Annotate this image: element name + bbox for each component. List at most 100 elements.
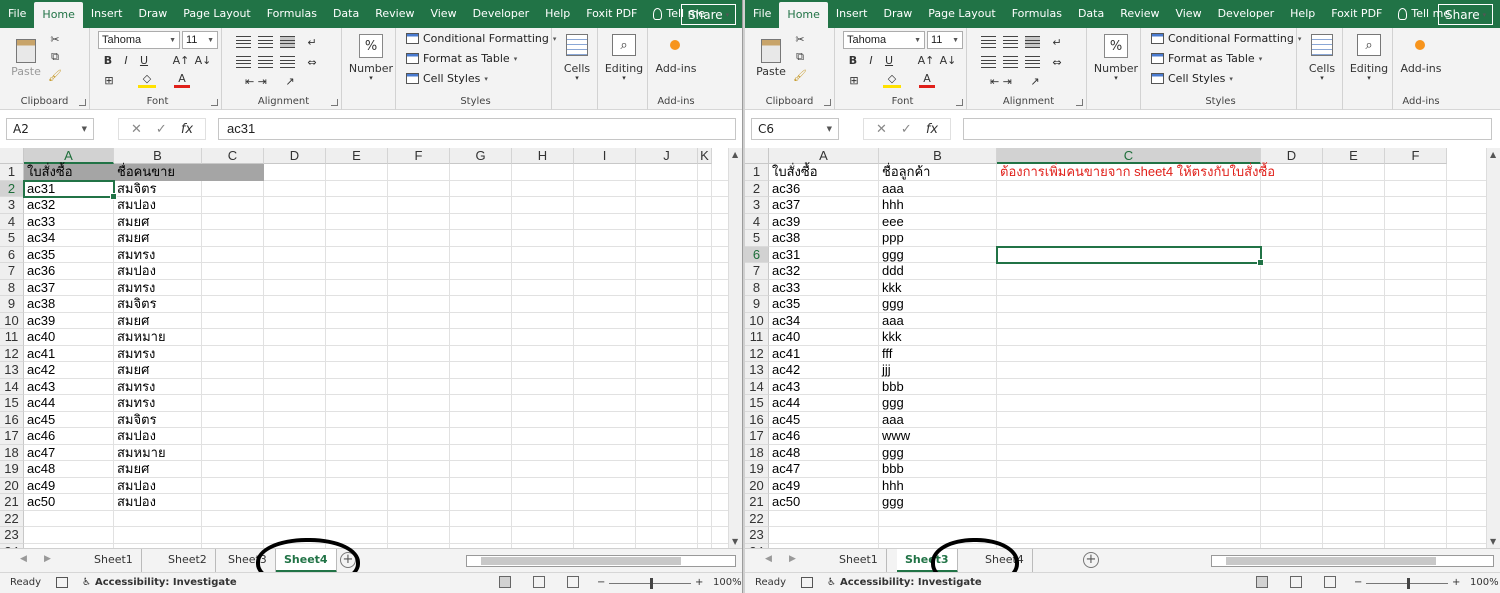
data-cell[interactable]: ac42 bbox=[24, 362, 55, 379]
tab-file[interactable]: File bbox=[745, 0, 779, 28]
data-cell[interactable]: hhh bbox=[879, 197, 904, 214]
header-cell[interactable]: ต้องการเพิ่มคนขายจาก sheet4 ให้ตรงกับใบส… bbox=[997, 164, 1275, 181]
row-header[interactable]: 1 bbox=[745, 164, 769, 181]
row-header[interactable]: 14 bbox=[0, 378, 24, 395]
data-cell[interactable]: bbb bbox=[879, 461, 904, 478]
tab-review[interactable]: Review bbox=[367, 0, 422, 28]
wrap-text-icon[interactable]: ↵ bbox=[1049, 34, 1065, 50]
data-cell[interactable]: ddd bbox=[879, 263, 904, 280]
tab-draw[interactable]: Draw bbox=[130, 0, 175, 28]
enter-icon[interactable]: ✓ bbox=[156, 122, 167, 137]
zoom-slider-thumb[interactable] bbox=[650, 578, 653, 589]
zoom-slider-thumb[interactable] bbox=[1407, 578, 1410, 589]
data-cell[interactable]: ac41 bbox=[769, 346, 800, 363]
data-cell[interactable]: ac38 bbox=[24, 296, 55, 313]
data-cell[interactable]: ggg bbox=[879, 395, 904, 412]
orientation-icon[interactable]: ↗ bbox=[282, 74, 298, 88]
row-header[interactable]: 15 bbox=[0, 395, 24, 412]
format-painter-icon[interactable]: 🖌 bbox=[48, 68, 62, 82]
scroll-down-icon[interactable]: ▼ bbox=[1490, 537, 1496, 546]
horizontal-align-icon[interactable] bbox=[1025, 56, 1040, 68]
cut-icon[interactable]: ✂ bbox=[793, 32, 807, 46]
tab-view[interactable]: View bbox=[1167, 0, 1209, 28]
row-header[interactable]: 10 bbox=[0, 312, 24, 329]
borders-icon[interactable]: ⊞ bbox=[845, 72, 863, 88]
column-header[interactable]: A bbox=[24, 148, 114, 164]
borders-icon[interactable]: ⊞ bbox=[100, 72, 118, 88]
data-cell[interactable]: ac48 bbox=[24, 461, 55, 478]
data-cell[interactable]: สมหมาย bbox=[114, 445, 166, 462]
scroll-thumb[interactable] bbox=[481, 557, 681, 565]
alignment-launcher-icon[interactable] bbox=[331, 99, 338, 106]
row-header[interactable]: 3 bbox=[745, 197, 769, 214]
column-header[interactable]: I bbox=[574, 148, 636, 164]
row-header[interactable]: 17 bbox=[745, 428, 769, 445]
horizontal-scrollbar[interactable] bbox=[466, 555, 736, 567]
data-cell[interactable]: สมปอง bbox=[114, 263, 156, 280]
percent-icon[interactable]: % bbox=[359, 34, 383, 58]
conditional-formatting-button[interactable]: Conditional Formatting ▾ bbox=[1151, 32, 1301, 45]
column-header[interactable]: D bbox=[1261, 148, 1323, 164]
row-header[interactable]: 9 bbox=[745, 296, 769, 313]
data-cell[interactable]: ac36 bbox=[769, 181, 800, 198]
row-header[interactable]: 23 bbox=[745, 527, 769, 544]
vertical-align-icon[interactable] bbox=[280, 36, 295, 48]
tab-draw[interactable]: Draw bbox=[875, 0, 920, 28]
column-header[interactable]: F bbox=[1385, 148, 1447, 164]
font-grow-icon[interactable]: A↑ bbox=[917, 52, 935, 68]
page-break-view-icon[interactable] bbox=[567, 576, 579, 588]
format-painter-icon[interactable]: 🖌 bbox=[793, 68, 807, 82]
scroll-left-icon[interactable]: ◀ bbox=[765, 554, 772, 564]
data-cell[interactable]: สมปอง bbox=[114, 428, 156, 445]
data-cell[interactable]: สมยศ bbox=[114, 230, 149, 247]
row-header[interactable]: 22 bbox=[0, 510, 24, 527]
font-name-box[interactable]: Tahoma ▼ bbox=[843, 31, 925, 49]
format-as-table-button[interactable]: Format as Table ▾ bbox=[1151, 52, 1262, 65]
tab-view[interactable]: View bbox=[422, 0, 464, 28]
scroll-right-icon[interactable]: ▶ bbox=[789, 554, 796, 564]
data-cell[interactable]: สมทรง bbox=[114, 280, 155, 297]
data-cell[interactable]: ac32 bbox=[24, 197, 55, 214]
scroll-left-icon[interactable]: ◀ bbox=[20, 554, 27, 564]
add-sheet-icon[interactable]: + bbox=[1083, 552, 1099, 568]
column-header[interactable]: F bbox=[388, 148, 450, 164]
cancel-icon[interactable]: ✕ bbox=[131, 122, 142, 137]
copy-icon[interactable]: ⧉ bbox=[793, 50, 807, 64]
page-layout-view-icon[interactable] bbox=[1290, 576, 1302, 588]
scroll-up-icon[interactable]: ▲ bbox=[1490, 150, 1496, 159]
row-header[interactable]: 5 bbox=[745, 230, 769, 247]
cells-icon[interactable] bbox=[566, 34, 588, 56]
addins-button-label[interactable]: Add-ins bbox=[650, 62, 702, 75]
normal-view-icon[interactable] bbox=[499, 576, 511, 588]
horizontal-align-icon[interactable] bbox=[981, 56, 996, 68]
data-cell[interactable]: ac50 bbox=[769, 494, 800, 511]
data-cell[interactable]: aaa bbox=[879, 412, 904, 429]
row-header[interactable]: 18 bbox=[0, 444, 24, 461]
data-cell[interactable]: ac43 bbox=[24, 379, 55, 396]
data-cell[interactable]: สมยศ bbox=[114, 313, 149, 330]
tab-formulas[interactable]: Formulas bbox=[259, 0, 325, 28]
data-cell[interactable]: aaa bbox=[879, 181, 904, 198]
data-cell[interactable]: ggg bbox=[879, 296, 904, 313]
sheet-tab-sheet1[interactable]: Sheet1 bbox=[86, 549, 142, 573]
indent-icon[interactable]: ⇤ ⇥ bbox=[236, 74, 276, 88]
accessibility-status[interactable]: ♿ Accessibility: Investigate bbox=[82, 577, 237, 588]
header-cell[interactable]: ใบสั่งซื้อ bbox=[24, 164, 73, 181]
data-cell[interactable]: สมจิตร bbox=[114, 296, 157, 313]
row-header[interactable]: 12 bbox=[745, 345, 769, 362]
scroll-down-icon[interactable]: ▼ bbox=[732, 537, 738, 546]
data-cell[interactable]: ac46 bbox=[24, 428, 55, 445]
scroll-thumb[interactable] bbox=[1226, 557, 1436, 565]
share-button[interactable]: Share ▾ bbox=[1438, 4, 1494, 25]
underline-icon[interactable]: U bbox=[136, 52, 152, 68]
data-cell[interactable]: ac43 bbox=[769, 379, 800, 396]
font-name-box[interactable]: Tahoma ▼ bbox=[98, 31, 180, 49]
row-header[interactable]: 4 bbox=[0, 213, 24, 230]
vertical-align-icon[interactable] bbox=[236, 36, 251, 48]
font-shrink-icon[interactable]: A↓ bbox=[194, 52, 212, 68]
wrap-text-icon[interactable]: ↵ bbox=[304, 34, 320, 50]
row-header[interactable]: 1 bbox=[0, 164, 24, 181]
font-color-icon[interactable]: A bbox=[174, 72, 190, 88]
data-cell[interactable]: ggg bbox=[879, 247, 904, 264]
data-cell[interactable]: ac34 bbox=[769, 313, 800, 330]
